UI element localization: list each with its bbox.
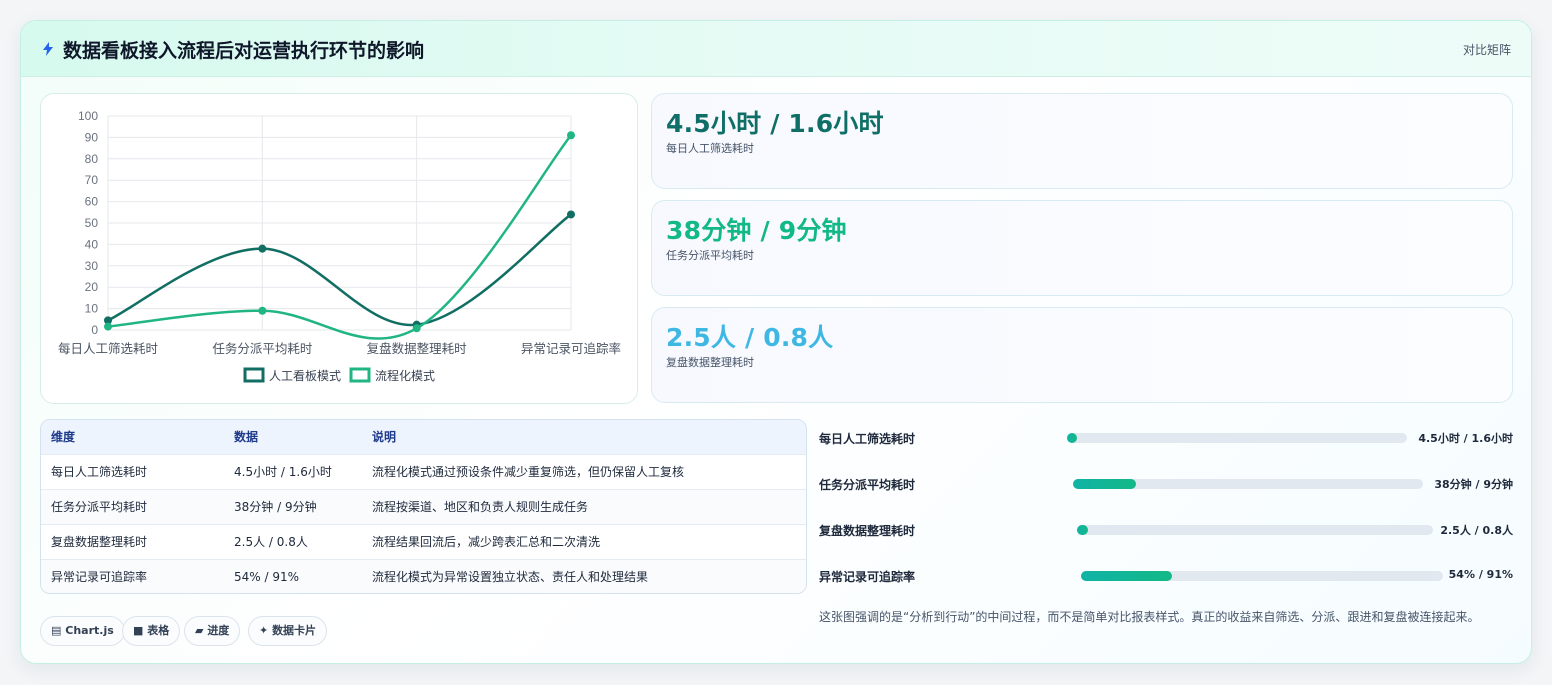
data-point — [412, 324, 421, 333]
progress-fill — [1073, 479, 1136, 489]
chip-chartjs[interactable]: ▤ Chart.js — [40, 616, 125, 646]
progress-label: 异常记录可追踪率 — [819, 570, 916, 584]
progress-row: 异常记录可追踪率 54% / 91% — [819, 565, 1513, 585]
card-header: 数据看板接入流程后对运营执行环节的影响 对比矩阵 — [21, 21, 1531, 77]
line-chart-panel: 0 10 20 30 40 50 60 70 80 90 100 每日人工筛选耗时 任务分派平均耗时 复盘… — [40, 93, 638, 404]
sparkle-icon: ✦ — [259, 624, 269, 637]
line-chart: 0 10 20 30 40 50 60 70 80 90 100 每日人工筛选耗时 任务分派平均耗时 复盘… — [58, 109, 621, 383]
compare-matrix-link[interactable]: 对比矩阵 — [1463, 41, 1511, 58]
table-row: 每日人工筛选耗时 4.5小时 / 1.6小时 流程化模式通过预设条件减少重复筛选… — [41, 454, 806, 489]
table-cell: 2.5人 / 0.8人 — [234, 535, 308, 549]
main-card: 数据看板接入流程后对运营执行环节的影响 对比矩阵 0 10 20 30 40 50 60 70… — [20, 20, 1532, 664]
kpi-card-dispatch: 38分钟 / 9分钟 任务分派平均耗时 — [651, 200, 1513, 296]
x-tick-label: 复盘数据整理耗时 — [367, 341, 468, 356]
chip-label: 表格 — [147, 624, 170, 637]
progress-value: 38分钟 / 9分钟 — [1434, 478, 1513, 491]
data-point — [258, 244, 267, 253]
kpi-card-screening: 4.5小时 / 1.6小时 每日人工筛选耗时 — [651, 93, 1513, 189]
progress-track — [1073, 479, 1423, 489]
y-tick-label: 60 — [85, 195, 99, 209]
table-icon: ■ — [133, 624, 144, 637]
kpi-value: 4.5小时 / 1.6小时 — [666, 109, 884, 138]
x-tick-label: 每日人工筛选耗时 — [58, 341, 159, 356]
chip-progress[interactable]: ▰ 进度 — [184, 616, 241, 646]
y-tick-label: 10 — [85, 302, 99, 316]
y-tick-label: 100 — [78, 109, 98, 123]
kpi-label: 每日人工筛选耗时 — [666, 142, 754, 155]
progress-value: 2.5人 / 0.8人 — [1440, 524, 1513, 537]
progress-label: 复盘数据整理耗时 — [819, 524, 916, 538]
progress-track — [1067, 433, 1407, 443]
column-header: 说明 — [372, 430, 397, 445]
table-cell: 流程化模式为异常设置独立状态、责任人和处理结果 — [372, 570, 649, 585]
progress-row: 复盘数据整理耗时 2.5人 / 0.8人 — [819, 519, 1513, 539]
table-cell: 54% / 91% — [234, 569, 300, 584]
x-tick-label: 任务分派平均耗时 — [212, 341, 313, 356]
table-cell: 4.5小时 / 1.6小时 — [234, 465, 332, 479]
chip-table[interactable]: ■ 表格 — [122, 616, 181, 646]
data-point — [567, 210, 575, 219]
legend-swatch — [349, 367, 371, 383]
chart-icon: ▤ — [51, 624, 62, 637]
column-header: 维度 — [51, 430, 76, 445]
table-cell: 复盘数据整理耗时 — [51, 535, 148, 549]
progress-row: 每日人工筛选耗时 4.5小时 / 1.6小时 — [819, 427, 1513, 447]
page-title: 数据看板接入流程后对运营执行环节的影响 — [63, 40, 425, 62]
progress-fill — [1081, 571, 1172, 581]
data-point — [258, 306, 267, 315]
lightning-icon — [43, 42, 53, 56]
table-cell: 每日人工筛选耗时 — [51, 465, 148, 479]
y-tick-label: 40 — [85, 237, 99, 251]
progress-label: 每日人工筛选耗时 — [819, 432, 916, 446]
table-cell: 流程结果回流后，减少跨表汇总和二次清洗 — [372, 535, 601, 549]
progress-label: 任务分派平均耗时 — [819, 478, 916, 492]
table-row: 任务分派平均耗时 38分钟 / 9分钟 流程按渠道、地区和负责人规则生成任务 — [41, 489, 806, 524]
y-tick-label: 0 — [91, 323, 98, 337]
progress-value: 4.5小时 / 1.6小时 — [1418, 432, 1513, 445]
y-tick-label: 70 — [85, 173, 99, 187]
progress-track — [1081, 571, 1443, 581]
progress-fill — [1067, 433, 1078, 443]
y-tick-label: 80 — [85, 152, 99, 166]
series-line-1 — [107, 134, 572, 340]
chip-data-card[interactable]: ✦ 数据卡片 — [248, 616, 328, 646]
table-header-row: 维度 数据 说明 — [41, 420, 806, 454]
summary-note: 这张图强调的是“分析到行动”的中间过程，而不是简单对比报表样式。真正的收益来自筛… — [819, 610, 1480, 624]
progress-row: 任务分派平均耗时 38分钟 / 9分钟 — [819, 473, 1513, 493]
table-cell: 任务分派平均耗时 — [51, 500, 148, 514]
legend-label: 人工看板模式 — [269, 369, 341, 383]
table-row: 异常记录可追踪率 54% / 91% 流程化模式为异常设置独立状态、责任人和处理… — [41, 559, 806, 593]
kpi-value: 38分钟 / 9分钟 — [666, 216, 847, 245]
data-point — [104, 322, 112, 331]
kpi-card-review: 2.5人 / 0.8人 复盘数据整理耗时 — [651, 307, 1513, 403]
y-tick-label: 30 — [85, 259, 99, 273]
table-cell: 异常记录可追踪率 — [51, 570, 148, 585]
comparison-table: 维度 数据 说明 每日人工筛选耗时 4.5小时 / 1.6小时 流程化模式通过预… — [40, 419, 807, 594]
kpi-label: 复盘数据整理耗时 — [666, 356, 754, 369]
table-cell: 流程按渠道、地区和负责人规则生成任务 — [372, 500, 589, 514]
chip-label: Chart.js — [65, 624, 114, 637]
table-cell: 流程化模式通过预设条件减少重复筛选，但仍保留人工复核 — [372, 465, 685, 479]
kpi-value: 2.5人 / 0.8人 — [666, 323, 834, 352]
kpi-label: 任务分派平均耗时 — [666, 249, 754, 262]
x-tick-label: 异常记录可追踪率 — [521, 341, 621, 356]
chip-label: 进度 — [207, 624, 230, 637]
chip-label: 数据卡片 — [272, 624, 317, 637]
data-point — [567, 131, 575, 140]
progress-fill — [1077, 525, 1088, 535]
legend-label: 流程化模式 — [375, 368, 435, 383]
progress-value: 54% / 91% — [1448, 568, 1513, 581]
y-tick-label: 50 — [85, 216, 99, 230]
column-header: 数据 — [234, 430, 259, 445]
progress-track — [1077, 525, 1433, 535]
progress-icon: ▰ — [195, 624, 204, 637]
table-row: 复盘数据整理耗时 2.5人 / 0.8人 流程结果回流后，减少跨表汇总和二次清洗 — [41, 524, 806, 559]
y-tick-label: 20 — [85, 280, 99, 294]
legend-swatch — [243, 367, 265, 383]
y-tick-label: 90 — [85, 130, 99, 144]
table-cell: 38分钟 / 9分钟 — [234, 500, 317, 514]
